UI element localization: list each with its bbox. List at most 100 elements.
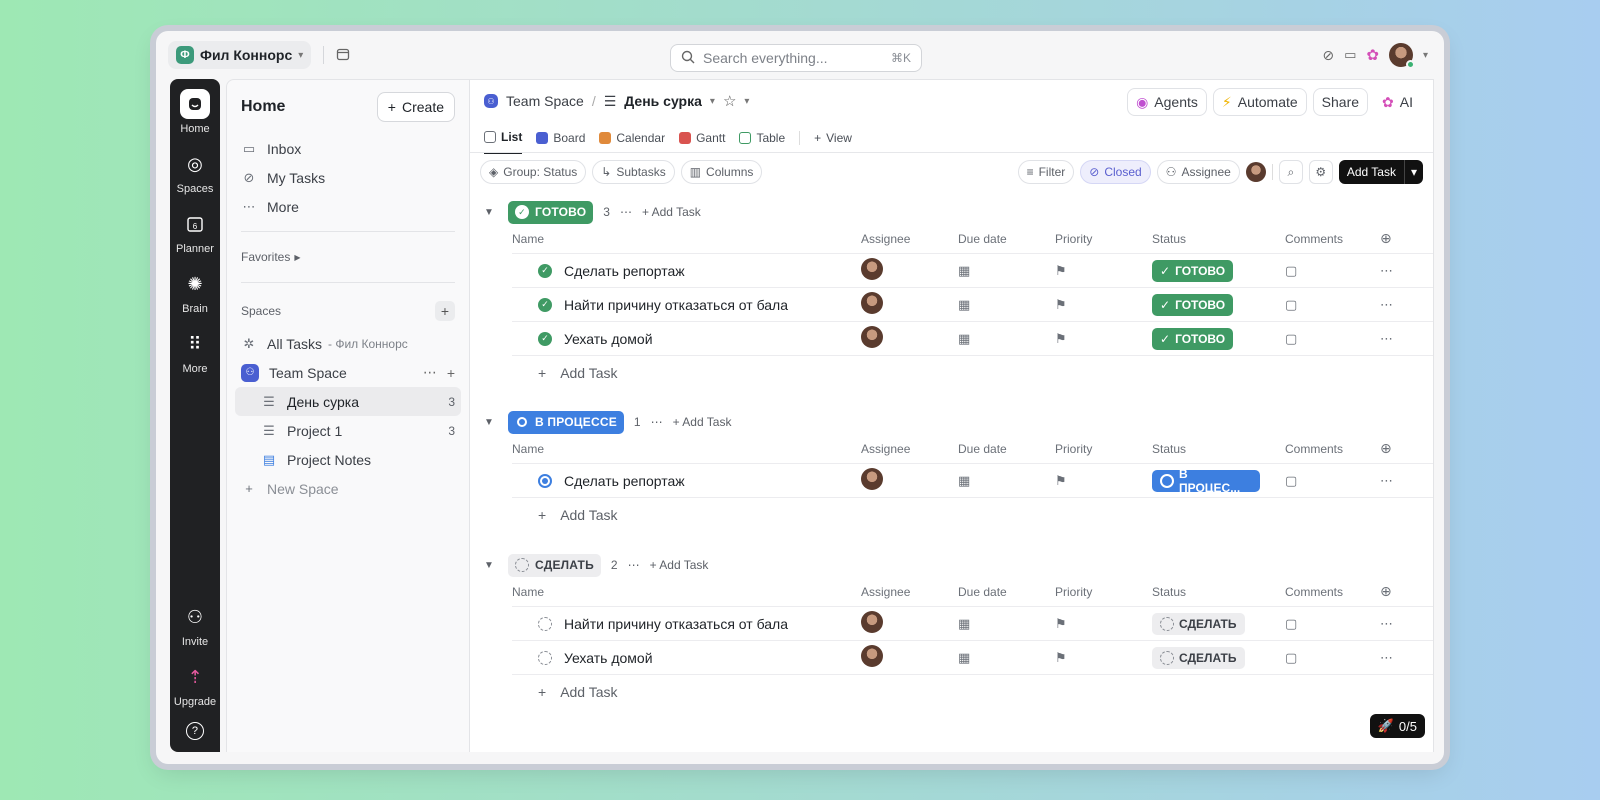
sidebar-item-list-den-surka[interactable]: ☰ День сурка 3 (235, 387, 461, 416)
col-status[interactable]: Status (1152, 585, 1285, 599)
flag-icon[interactable]: ⚑ (1055, 473, 1152, 489)
assignee-avatar[interactable] (861, 468, 958, 493)
search-button[interactable]: ⌕ (1278, 160, 1303, 184)
flag-icon[interactable]: ⚑ (1055, 616, 1152, 632)
star-icon[interactable]: ☆ (723, 92, 736, 110)
task-row[interactable]: Сделать репортаж ▦ ⚑ В ПРОЦЕС... ▢ ⋯ (512, 464, 1433, 498)
col-assignee[interactable]: Assignee (861, 232, 958, 246)
assignee-avatar[interactable] (861, 611, 958, 636)
onboarding-counter[interactable]: 🚀 0/5 (1369, 714, 1425, 738)
task-row[interactable]: ✓ Уехать домой ▦ ⚑ ✓ ГОТОВО ▢ ⋯ (512, 322, 1433, 356)
calendar-add-icon[interactable]: ▦ (958, 331, 1055, 347)
calendar-add-icon[interactable]: ▦ (958, 650, 1055, 666)
help-icon[interactable]: ? (185, 722, 204, 740)
share-button[interactable]: Share (1312, 88, 1369, 116)
group-status-badge[interactable]: В ПРОЦЕССЕ (508, 410, 624, 434)
video-icon[interactable]: ▭ (1344, 47, 1356, 63)
sidebar-item-project-notes[interactable]: ▤ Project Notes (235, 445, 461, 474)
check-icon[interactable]: ✓ (538, 331, 552, 346)
col-due[interactable]: Due date (958, 585, 1055, 599)
breadcrumb-space[interactable]: Team Space (506, 93, 584, 109)
sidebar-item-inbox[interactable]: ▭ Inbox (235, 134, 461, 163)
comment-icon[interactable]: ▢ (1285, 616, 1380, 632)
task-name[interactable]: Сделать репортаж (564, 263, 685, 279)
add-task-row[interactable]: + Add Task (512, 675, 1433, 709)
user-avatar[interactable] (1388, 43, 1415, 69)
check-circle-icon[interactable]: ⊘ (1322, 47, 1334, 64)
todo-icon[interactable] (538, 650, 552, 665)
tab-table[interactable]: Table (739, 122, 785, 154)
tab-list[interactable]: List (484, 122, 523, 154)
ellipsis-icon[interactable]: ⋯ (1380, 473, 1410, 489)
group-by-chip[interactable]: ◈ Group: Status (480, 160, 587, 184)
filter-chip[interactable]: ≡ Filter (1017, 160, 1075, 184)
automate-button[interactable]: ⚡ Automate (1212, 88, 1307, 116)
flag-icon[interactable]: ⚑ (1055, 297, 1152, 313)
chevron-down-icon[interactable]: ▾ (744, 96, 749, 107)
caret-down-icon[interactable]: ▼ (484, 560, 498, 571)
group-add-task[interactable]: + Add Task (650, 558, 709, 572)
assignee-avatar[interactable] (861, 645, 958, 670)
task-name[interactable]: Уехать домой (564, 650, 653, 666)
assignee-filter-avatar[interactable] (1245, 162, 1266, 182)
check-icon[interactable]: ✓ (538, 297, 552, 312)
col-comments[interactable]: Comments (1285, 442, 1380, 456)
task-row[interactable]: ✓ Найти причину отказаться от бала ▦ ⚑ ✓ Г… (512, 288, 1433, 322)
closed-chip[interactable]: ⊘ Closed (1080, 160, 1151, 184)
col-name[interactable]: Name (512, 232, 861, 246)
col-priority[interactable]: Priority (1055, 442, 1152, 456)
add-task-row[interactable]: + Add Task (512, 498, 1433, 532)
status-cell[interactable]: ✓ ГОТОВО (1152, 293, 1285, 316)
assignee-avatar[interactable] (861, 258, 958, 283)
col-assignee[interactable]: Assignee (861, 442, 958, 456)
col-comments[interactable]: Comments (1285, 232, 1380, 246)
rail-item-invite[interactable]: ⚇ Invite (180, 602, 210, 649)
ellipsis-icon[interactable]: ⋯ (1380, 650, 1410, 666)
calendar-add-icon[interactable]: ▦ (958, 473, 1055, 489)
group-add-task[interactable]: + Add Task (673, 415, 732, 429)
caret-down-icon[interactable]: ▼ (484, 417, 498, 428)
col-status[interactable]: Status (1152, 442, 1285, 456)
rail-item-upgrade[interactable]: ⇡ Upgrade (174, 662, 216, 709)
ellipsis-icon[interactable]: ⋯ (1380, 263, 1410, 279)
col-name[interactable]: Name (512, 585, 861, 599)
subtasks-chip[interactable]: ↳ Subtasks (592, 160, 675, 184)
col-name[interactable]: Name (512, 442, 861, 456)
ellipsis-icon[interactable]: ⋯ (620, 205, 632, 219)
sidebar-item-my-tasks[interactable]: ⊘ My Tasks (235, 163, 461, 192)
caret-down-icon[interactable]: ▼ (484, 207, 498, 218)
task-name[interactable]: Найти причину отказаться от бала (564, 616, 788, 632)
sidebar-item-all-tasks[interactable]: ✲ All Tasks - Фил Коннорс (235, 329, 461, 358)
task-name[interactable]: Сделать репортаж (564, 473, 685, 489)
add-column-icon[interactable]: ⊕ (1380, 230, 1410, 247)
sidebar-item-list-project-1[interactable]: ☰ Project 1 3 (235, 416, 461, 445)
col-comments[interactable]: Comments (1285, 585, 1380, 599)
ellipsis-icon[interactable]: ⋯ (1380, 616, 1410, 632)
col-priority[interactable]: Priority (1055, 232, 1152, 246)
add-column-icon[interactable]: ⊕ (1380, 440, 1410, 457)
columns-chip[interactable]: ▥ Columns (680, 160, 763, 184)
workspace-switcher[interactable]: Ф Фил Коннорс ▾ (168, 41, 312, 69)
favorites-section[interactable]: Favorites ▶ (235, 242, 461, 272)
flag-icon[interactable]: ⚑ (1055, 650, 1152, 666)
comment-icon[interactable]: ▢ (1285, 650, 1380, 666)
sidebar-item-more[interactable]: ⋯ More (235, 192, 461, 221)
comment-icon[interactable]: ▢ (1285, 297, 1380, 313)
todo-icon[interactable] (538, 616, 552, 631)
status-cell[interactable]: ✓ ГОТОВО (1152, 327, 1285, 350)
add-task-button[interactable]: Add Task ▾ (1338, 160, 1423, 184)
tab-calendar[interactable]: Calendar (599, 122, 665, 154)
sidebar-item-new-space[interactable]: + New Space (235, 474, 461, 503)
settings-button[interactable]: ⚙ (1308, 160, 1333, 184)
flag-icon[interactable]: ⚑ (1055, 331, 1152, 347)
tab-board[interactable]: Board (536, 122, 585, 154)
col-priority[interactable]: Priority (1055, 585, 1152, 599)
chevron-down-icon[interactable]: ▾ (1403, 160, 1423, 184)
assignee-chip[interactable]: ⚇ Assignee (1156, 160, 1240, 184)
sidebar-item-team-space[interactable]: ⚇ Team Space ⋯ + (235, 358, 461, 387)
search-input[interactable]: Search everything... ⌘K (670, 44, 922, 72)
ellipsis-icon[interactable]: ⋯ (651, 415, 663, 429)
comment-icon[interactable]: ▢ (1285, 473, 1380, 489)
status-cell[interactable]: СДЕЛАТЬ (1152, 646, 1285, 669)
create-button[interactable]: + Create (376, 92, 455, 122)
